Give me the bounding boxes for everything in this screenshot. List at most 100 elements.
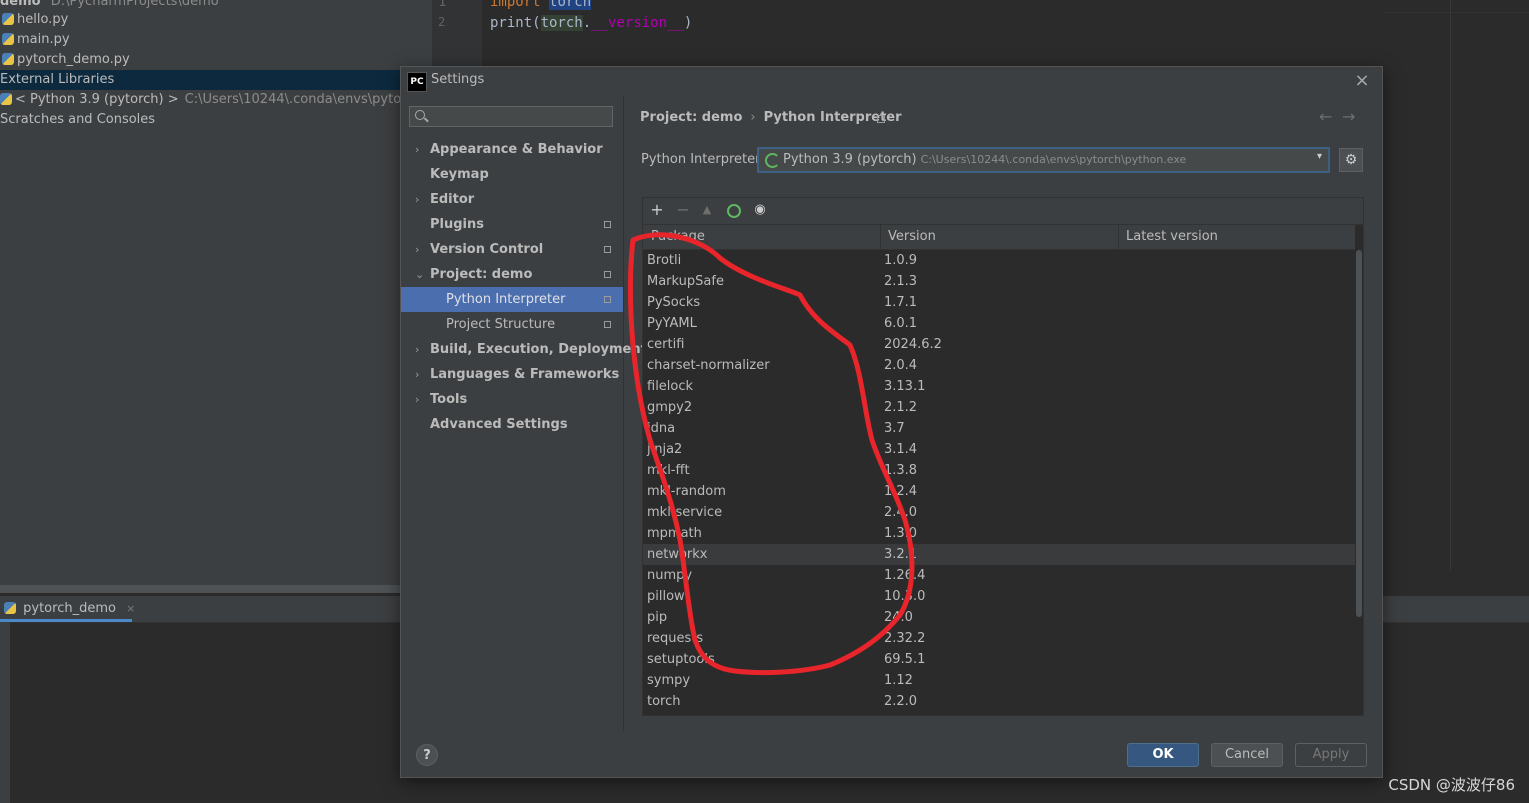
line-number: 1 — [438, 0, 447, 10]
table-row[interactable]: networkx 3.2.1 — [643, 544, 1355, 565]
nav-item-label: Project: demo — [430, 267, 533, 282]
table-row[interactable]: filelock 3.13.1 — [643, 376, 1355, 397]
table-row[interactable]: mkl-service 2.4.0 — [643, 502, 1355, 523]
column-header-latest-version[interactable]: Latest version — [1126, 225, 1218, 249]
close-icon[interactable]: × — [1351, 70, 1373, 92]
code-close-paren: ) — [683, 15, 693, 31]
package-name: networkx — [647, 547, 708, 562]
chevron-right-icon: › — [415, 143, 420, 156]
column-header-version[interactable]: Version — [888, 225, 936, 249]
help-button[interactable]: ? — [416, 744, 438, 766]
table-row[interactable]: requests 2.32.2 — [643, 628, 1355, 649]
table-row[interactable]: gmpy2 2.1.2 — [643, 397, 1355, 418]
nav-item-label: Plugins — [430, 217, 484, 232]
nav-item-label: Editor — [430, 192, 475, 207]
nav-item-keymap[interactable]: Keymap — [401, 162, 623, 187]
nav-item-python-interpreter[interactable]: Python Interpreter — [401, 287, 623, 312]
nav-item-build-execution-deployment[interactable]: › Build, Execution, Deployment — [401, 337, 647, 362]
chevron-right-icon: › — [415, 343, 420, 356]
dialog-title-bar[interactable]: PC Settings × — [401, 67, 1382, 95]
scrollbar-thumb[interactable] — [1356, 250, 1362, 617]
column-divider[interactable] — [880, 225, 881, 249]
settings-content: Project: demo › Python Interpreter ← → Pyt… — [624, 95, 1382, 731]
pycharm-logo-icon: PC — [407, 72, 427, 92]
tree-interpreter-row[interactable]: < Python 3.9 (pytorch) > C:\Users\10244\.… — [0, 90, 447, 110]
packages-scrollbar[interactable] — [1355, 250, 1363, 715]
table-row[interactable]: MarkupSafe 2.1.3 — [643, 271, 1355, 292]
add-package-icon[interactable]: + — [648, 201, 666, 219]
refresh-icon[interactable] — [724, 201, 742, 219]
nav-item-tools[interactable]: › Tools — [401, 387, 623, 412]
chevron-right-icon: › — [415, 193, 420, 206]
package-name: pillow — [647, 589, 685, 604]
column-divider[interactable] — [1118, 225, 1119, 249]
nav-item-label: Build, Execution, Deployment — [430, 342, 647, 357]
project-scope-icon — [604, 296, 611, 303]
code-attribute: __version__ — [591, 15, 684, 31]
interpreter-select[interactable]: Python 3.9 (pytorch) C:\Users\10244\.cond… — [757, 147, 1330, 173]
package-name: pip — [647, 610, 668, 625]
package-version: 2.1.3 — [884, 274, 918, 289]
nav-item-project-demo[interactable]: ⌄ Project: demo — [401, 262, 623, 287]
package-version: 2.32.2 — [884, 631, 926, 646]
package-version: 2.0.4 — [884, 358, 918, 373]
nav-item-label: Keymap — [430, 167, 489, 182]
nav-item-editor[interactable]: › Editor — [401, 187, 623, 212]
table-row[interactable]: certifi 2024.6.2 — [643, 334, 1355, 355]
nav-item-version-control[interactable]: › Version Control — [401, 237, 623, 262]
table-row[interactable]: idna 3.7 — [643, 418, 1355, 439]
nav-item-languages-frameworks[interactable]: › Languages & Frameworks — [401, 362, 623, 387]
upgrade-package-icon[interactable]: ▲ — [698, 201, 716, 219]
gear-icon[interactable]: ⚙ — [1339, 148, 1363, 172]
python-file-icon — [2, 13, 14, 25]
table-row[interactable]: charset-normalizer 2.0.4 — [643, 355, 1355, 376]
table-row[interactable]: pillow 10.3.0 — [643, 586, 1355, 607]
settings-search-input[interactable] — [409, 106, 613, 127]
editor-right-margin — [1450, 0, 1451, 570]
tree-file-row[interactable]: hello.py — [2, 10, 68, 30]
panel-splitter[interactable] — [0, 585, 400, 593]
back-arrow-icon[interactable]: ← — [1319, 107, 1332, 126]
python-file-icon — [2, 33, 14, 45]
column-header-package[interactable]: Package — [651, 225, 705, 249]
table-row[interactable]: numpy 1.26.4 — [643, 565, 1355, 586]
package-version: 3.7 — [884, 421, 905, 436]
ok-button[interactable]: OK — [1127, 743, 1199, 767]
package-name: mpmath — [647, 526, 702, 541]
tree-scratches-row[interactable]: Scratches and Consoles — [0, 110, 155, 130]
package-name: mkl-fft — [647, 463, 690, 478]
table-row[interactable]: mkl-fft 1.3.8 — [643, 460, 1355, 481]
tree-external-libraries[interactable]: External Libraries — [0, 70, 432, 90]
table-row[interactable]: sympy 1.12 — [643, 670, 1355, 691]
table-row[interactable]: Brotli 1.0.9 — [643, 250, 1355, 271]
dialog-title: Settings — [431, 72, 485, 87]
table-row[interactable]: mkl-random 1.2.4 — [643, 481, 1355, 502]
remove-package-icon[interactable]: − — [674, 201, 692, 219]
table-row[interactable]: mpmath 1.3.0 — [643, 523, 1355, 544]
table-row[interactable]: pip 24.0 — [643, 607, 1355, 628]
tree-root-name: demo — [0, 0, 41, 9]
nav-item-project-structure[interactable]: Project Structure — [401, 312, 623, 337]
table-row[interactable]: torch 2.2.0 — [643, 691, 1355, 712]
line-number: 2 — [438, 15, 446, 29]
table-row[interactable]: PyYAML 6.0.1 — [643, 313, 1355, 334]
table-row[interactable]: setuptools 69.5.1 — [643, 649, 1355, 670]
apply-button[interactable]: Apply — [1295, 743, 1367, 767]
nav-item-label: Project Structure — [446, 317, 556, 332]
tree-file-row[interactable]: main.py — [2, 30, 70, 50]
breadcrumb-parent[interactable]: Project: demo — [640, 110, 742, 125]
nav-item-advanced-settings[interactable]: Advanced Settings — [401, 412, 623, 437]
close-icon[interactable]: × — [126, 602, 135, 615]
cancel-button[interactable]: Cancel — [1211, 743, 1283, 767]
run-tab-pytorch-demo[interactable]: pytorch_demo × — [0, 596, 135, 622]
nav-item-appearance-behavior[interactable]: › Appearance & Behavior — [401, 137, 623, 162]
table-row[interactable]: PySocks 1.7.1 — [643, 292, 1355, 313]
forward-arrow-icon[interactable]: → — [1342, 107, 1355, 126]
chevron-right-icon: › — [415, 243, 420, 256]
nav-item-plugins[interactable]: Plugins — [401, 212, 623, 237]
package-version: 3.1.4 — [884, 442, 918, 457]
table-row[interactable]: jinja2 3.1.4 — [643, 439, 1355, 460]
tree-file-row[interactable]: pytorch_demo.py — [2, 50, 130, 70]
show-early-releases-eye-icon[interactable]: ◉ — [751, 201, 769, 219]
interpreter-name: Python 3.9 (pytorch) — [783, 152, 917, 167]
